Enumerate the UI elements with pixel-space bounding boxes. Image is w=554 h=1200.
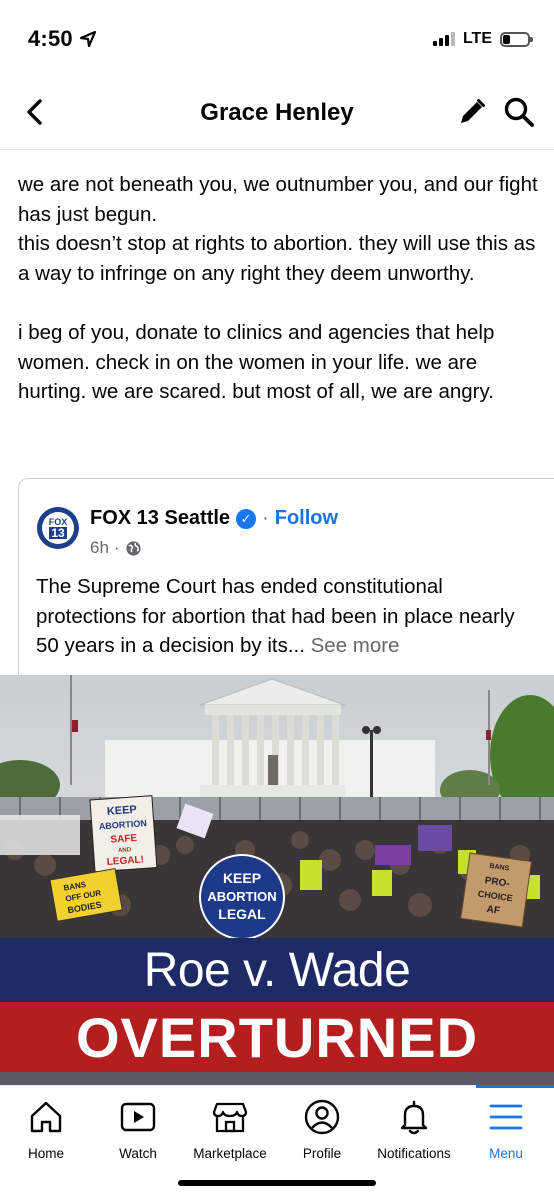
tab-profile-label: Profile xyxy=(302,1146,342,1161)
sign-keep-abortion-safe: KEEP ABORTION SAFE AND LEGAL! xyxy=(89,795,158,873)
battery-icon xyxy=(500,31,533,47)
banner-overturned: OVERTURNED xyxy=(0,1002,554,1072)
home-icon xyxy=(30,1101,62,1133)
sign-keep-abortion-legal: KEEP ABORTION LEGAL xyxy=(199,854,285,940)
shared-post-description: The Supreme Court has ended constitution… xyxy=(36,572,536,661)
source-name-row: FOX 13 Seattle ✓ · Follow xyxy=(90,507,338,530)
separator-dot: · xyxy=(262,507,269,529)
source-name[interactable]: FOX 13 Seattle xyxy=(90,507,230,530)
tab-home-label: Home xyxy=(27,1146,64,1161)
time-ago[interactable]: 6h xyxy=(90,538,109,558)
see-more-link[interactable]: See more xyxy=(311,634,400,657)
image-bottom-strip xyxy=(0,1072,554,1085)
shared-post-card[interactable]: FOX 13 FOX 13 Seattle ✓ · Follow 6h · Th… xyxy=(18,478,554,675)
profile-header: Grace Henley xyxy=(0,80,554,150)
status-bar: 4:50 LTE xyxy=(0,0,554,80)
sign-pro-choice: BANS PRO- CHOICE AF xyxy=(460,852,532,928)
bell-icon xyxy=(400,1100,428,1135)
meta-separator: · xyxy=(113,538,120,557)
tab-profile[interactable]: Profile xyxy=(276,1098,368,1161)
home-indicator xyxy=(178,1180,376,1186)
tab-menu[interactable]: Menu xyxy=(460,1098,552,1161)
tab-notifications-label: Notifications xyxy=(377,1146,451,1161)
status-time-text: 4:50 xyxy=(28,26,73,51)
protest-photo: KEEP ABORTION SAFE AND LEGAL! BANS OFF O… xyxy=(0,675,554,940)
sign-text-keep: KEEP xyxy=(106,804,137,818)
follow-button[interactable]: Follow xyxy=(275,507,338,530)
fox13-logo[interactable]: FOX 13 xyxy=(37,507,79,549)
status-time: 4:50 xyxy=(28,26,97,52)
news-photo[interactable]: KEEP ABORTION SAFE AND LEGAL! BANS OFF O… xyxy=(0,675,554,1085)
tab-watch[interactable]: Watch xyxy=(92,1098,184,1161)
tab-marketplace-label: Marketplace xyxy=(193,1146,267,1161)
tab-home[interactable]: Home xyxy=(0,1098,92,1161)
sign-text-and: AND xyxy=(118,847,132,854)
round-sign-legal: LEGAL xyxy=(218,906,266,922)
pencil-icon[interactable] xyxy=(456,96,488,128)
active-tab-indicator xyxy=(476,1085,554,1088)
tab-menu-label: Menu xyxy=(489,1146,523,1161)
round-sign-keep: KEEP xyxy=(223,870,261,886)
marketplace-icon xyxy=(212,1102,248,1133)
globe-icon xyxy=(126,540,141,556)
logo-number-text: 13 xyxy=(49,525,67,540)
status-indicators: LTE xyxy=(432,30,533,48)
verified-badge-icon: ✓ xyxy=(236,508,257,529)
tab-marketplace[interactable]: Marketplace xyxy=(184,1098,276,1161)
network-label: LTE xyxy=(462,30,492,47)
profile-icon xyxy=(304,1099,340,1135)
cardboard-sign-af: AF xyxy=(486,904,501,917)
post-meta: 6h · xyxy=(90,538,142,558)
round-sign-abortion: ABORTION xyxy=(207,889,276,904)
post-body-text: we are not beneath you, we outnumber you… xyxy=(18,173,538,404)
signal-icon xyxy=(432,32,455,46)
sign-text-safe: SAFE xyxy=(110,833,138,846)
banner-roe-v-wade: Roe v. Wade xyxy=(0,938,554,1002)
search-icon[interactable] xyxy=(502,95,536,129)
tab-notifications[interactable]: Notifications xyxy=(368,1098,460,1161)
location-arrow-icon xyxy=(79,30,96,48)
tab-watch-label: Watch xyxy=(119,1146,157,1161)
description-text: The Supreme Court has ended constitution… xyxy=(36,575,515,658)
menu-icon xyxy=(489,1104,523,1130)
watch-icon xyxy=(120,1102,156,1132)
